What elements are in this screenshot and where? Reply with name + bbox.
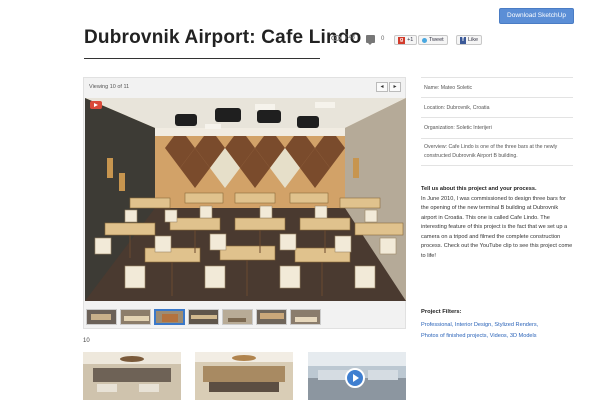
info-overview: Overview: Cafe Lindo is one of the three… <box>421 139 573 166</box>
info-location: Location: Dubrovnik, Croatia <box>421 98 573 118</box>
thumbnail[interactable] <box>256 309 287 325</box>
project-info-table: Name: Mateo Soletic Location: Dubrovnik,… <box>421 77 573 166</box>
view-count-value: 748 <box>345 35 356 41</box>
thumbnail[interactable] <box>188 309 219 325</box>
view-count: 748 <box>331 35 355 41</box>
image-viewer: Viewing 10 of 11 ◂ ▸ <box>83 77 406 329</box>
filter-link-stylized-renders[interactable]: Stylized Renders <box>494 322 536 328</box>
description-body: In June 2010, I was commissioned to desi… <box>421 195 573 259</box>
thumbnail[interactable] <box>222 309 253 325</box>
like-label: Like <box>468 37 479 43</box>
comment-count[interactable]: 0 <box>366 35 385 45</box>
related-photo-thumbnail[interactable] <box>195 352 293 400</box>
thumbnail[interactable] <box>86 309 117 325</box>
gallery-label: 10 <box>83 338 90 344</box>
tweet-label: Tweet <box>429 37 444 43</box>
thumbnail-strip <box>86 309 321 325</box>
google-plus-label: +1 <box>407 37 414 43</box>
google-plus-icon: g <box>398 36 406 44</box>
twitter-icon <box>422 37 427 43</box>
chevron-left-icon: ◂ <box>380 84 384 90</box>
eye-icon <box>331 35 341 41</box>
play-icon[interactable] <box>345 368 365 388</box>
filter-link-professional[interactable]: Professional <box>421 322 452 328</box>
facebook-icon: f <box>460 36 466 44</box>
related-video-thumbnail[interactable] <box>308 352 406 400</box>
next-image-button[interactable]: ▸ <box>389 82 401 92</box>
comment-count-value: 0 <box>381 36 385 42</box>
filters-heading: Project Filters: <box>421 309 462 315</box>
filter-link-interior-design[interactable]: Interior Design <box>455 322 491 328</box>
main-render-image[interactable] <box>85 98 406 301</box>
download-sketchup-button[interactable]: Download SketchUp <box>499 8 574 24</box>
filter-link-3d-models[interactable]: 3D Models <box>510 333 537 339</box>
previous-image-button[interactable]: ◂ <box>376 82 388 92</box>
info-organization: Organization: Soletic Interijeri <box>421 118 573 139</box>
related-photo-thumbnail[interactable] <box>83 352 181 400</box>
like-button[interactable]: f Like <box>456 35 483 45</box>
project-filters: Professional, Interior Design, Stylized … <box>421 322 539 339</box>
google-plus-button[interactable]: g +1 <box>394 35 418 45</box>
comment-icon <box>366 35 375 45</box>
filter-link-photos[interactable]: Photos of finished projects <box>421 333 487 339</box>
description-heading: Tell us about this project and your proc… <box>421 186 537 192</box>
thumbnail[interactable] <box>290 309 321 325</box>
title-divider <box>84 58 320 59</box>
page-title: Dubrovnik Airport: Cafe Lindo <box>84 27 362 48</box>
tweet-button[interactable]: Tweet <box>418 35 448 45</box>
viewer-counter: Viewing 10 of 11 <box>89 84 130 90</box>
project-description: Tell us about this project and your proc… <box>421 185 575 261</box>
filter-link-videos[interactable]: Videos <box>490 333 507 339</box>
chevron-right-icon: ▸ <box>393 84 397 90</box>
thumbnail[interactable] <box>154 309 185 325</box>
thumbnail[interactable] <box>120 309 151 325</box>
info-name: Name: Mateo Soletic <box>421 78 573 98</box>
